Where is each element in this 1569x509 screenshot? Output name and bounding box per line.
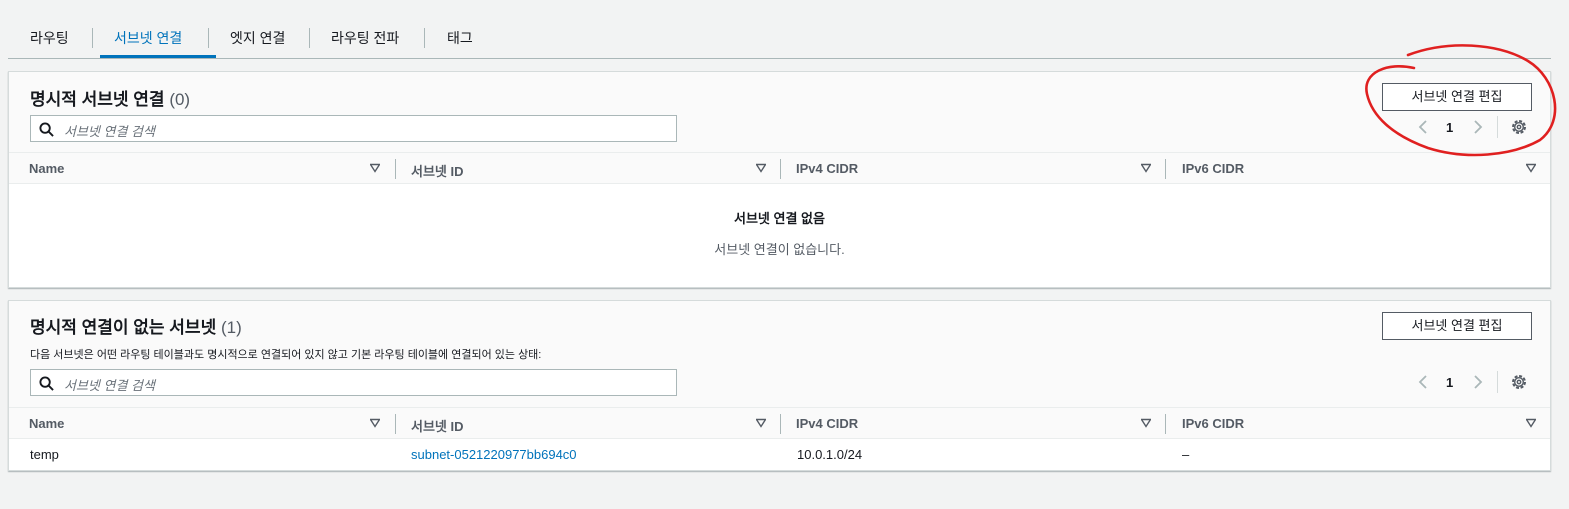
empty-state-title: 서브넷 연결 없음 [734,211,825,226]
panel-title-text: 명시적 서브넷 연결 [30,90,165,109]
search-icon [39,122,54,137]
column-header-subnet-id[interactable]: 서브넷 ID [411,416,464,435]
tab-route-propagation[interactable]: 라우팅 전파 [331,28,399,58]
subnets-without-explicit-association-panel: 명시적 연결이 없는 서브넷 (1) 다음 서브넷은 어떤 라우팅 테이블과도 … [8,300,1551,471]
cell-subnet-id-link[interactable]: subnet-0521220977bb694c0 [411,447,577,462]
search-placeholder: 서브넷 연결 검색 [64,124,155,139]
tab-routes[interactable]: 라우팅 [30,28,69,58]
cell-ipv6-cidr: – [1182,447,1190,462]
page-number[interactable]: 1 [1446,375,1453,390]
sort-caret-icon[interactable] [1141,163,1151,173]
pager-divider [1497,116,1498,138]
panel-title-text: 명시적 연결이 없는 서브넷 [30,318,217,337]
column-header-subnet-id[interactable]: 서브넷 ID [411,161,464,180]
column-divider[interactable] [780,414,781,434]
gear-icon[interactable] [1510,373,1528,391]
tab-divider [208,28,209,48]
sort-caret-icon[interactable] [1526,418,1536,428]
tab-divider [424,28,425,48]
table-header: Name 서브넷 ID IPv4 CIDR IPv6 CIDR [9,407,1550,439]
column-divider[interactable] [1165,159,1166,179]
edit-subnet-associations-button[interactable]: 서브넷 연결 편집 [1382,83,1532,111]
sort-caret-icon[interactable] [370,163,380,173]
sort-caret-icon[interactable] [1526,163,1536,173]
tab-divider [309,28,310,48]
panel-count: (0) [169,90,191,109]
explicit-associations-panel: 명시적 서브넷 연결 (0) 서브넷 연결 편집 서브넷 연결 검색 1 Nam… [8,71,1551,288]
column-divider[interactable] [780,159,781,179]
column-header-ipv4-cidr[interactable]: IPv4 CIDR [796,161,858,176]
column-divider[interactable] [395,159,396,179]
column-header-ipv6-cidr[interactable]: IPv6 CIDR [1182,161,1244,176]
tab-tags[interactable]: 태그 [447,28,473,58]
search-input[interactable]: 서브넷 연결 검색 [30,115,677,142]
chevron-left-icon[interactable] [1416,374,1430,390]
sort-caret-icon[interactable] [756,418,766,428]
pager-divider [1497,371,1498,393]
chevron-left-icon[interactable] [1416,119,1430,135]
sort-caret-icon[interactable] [756,163,766,173]
panel-title: 명시적 서브넷 연결 (0) [30,85,190,110]
column-divider[interactable] [395,414,396,434]
panel-count: (1) [220,318,242,337]
panel-description: 다음 서브넷은 어떤 라우팅 테이블과도 명시적으로 연결되어 있지 않고 기본… [30,349,542,361]
chevron-right-icon[interactable] [1471,374,1485,390]
search-placeholder: 서브넷 연결 검색 [64,378,155,393]
cell-ipv4-cidr: 10.0.1.0/24 [797,447,863,462]
table-header: Name 서브넷 ID IPv4 CIDR IPv6 CIDR [9,152,1550,184]
tab-subnet-associations[interactable]: 서브넷 연결 [114,28,182,58]
column-header-name[interactable]: Name [29,416,64,431]
active-tab-indicator [100,55,216,58]
sort-caret-icon[interactable] [370,418,380,428]
tab-bar: 라우팅 서브넷 연결 엣지 연결 라우팅 전파 태그 [8,0,1551,59]
search-input[interactable]: 서브넷 연결 검색 [30,369,677,396]
tab-divider [92,28,93,48]
chevron-right-icon[interactable] [1471,119,1485,135]
column-divider[interactable] [1165,414,1166,434]
column-header-ipv4-cidr[interactable]: IPv4 CIDR [796,416,858,431]
tab-edge-associations[interactable]: 엣지 연결 [230,28,285,58]
column-header-name[interactable]: Name [29,161,64,176]
page-number[interactable]: 1 [1446,120,1453,135]
edit-subnet-associations-button[interactable]: 서브넷 연결 편집 [1382,312,1532,340]
search-icon [39,376,54,391]
panel-title: 명시적 연결이 없는 서브넷 (1) [30,313,242,338]
empty-state-description: 서브넷 연결이 없습니다. [714,242,845,257]
gear-icon[interactable] [1510,118,1528,136]
sort-caret-icon[interactable] [1141,418,1151,428]
column-header-ipv6-cidr[interactable]: IPv6 CIDR [1182,416,1244,431]
route-table-page: 라우팅 서브넷 연결 엣지 연결 라우팅 전파 태그 명시적 서브넷 연결 (0… [0,0,1569,509]
cell-name: temp [30,447,59,462]
